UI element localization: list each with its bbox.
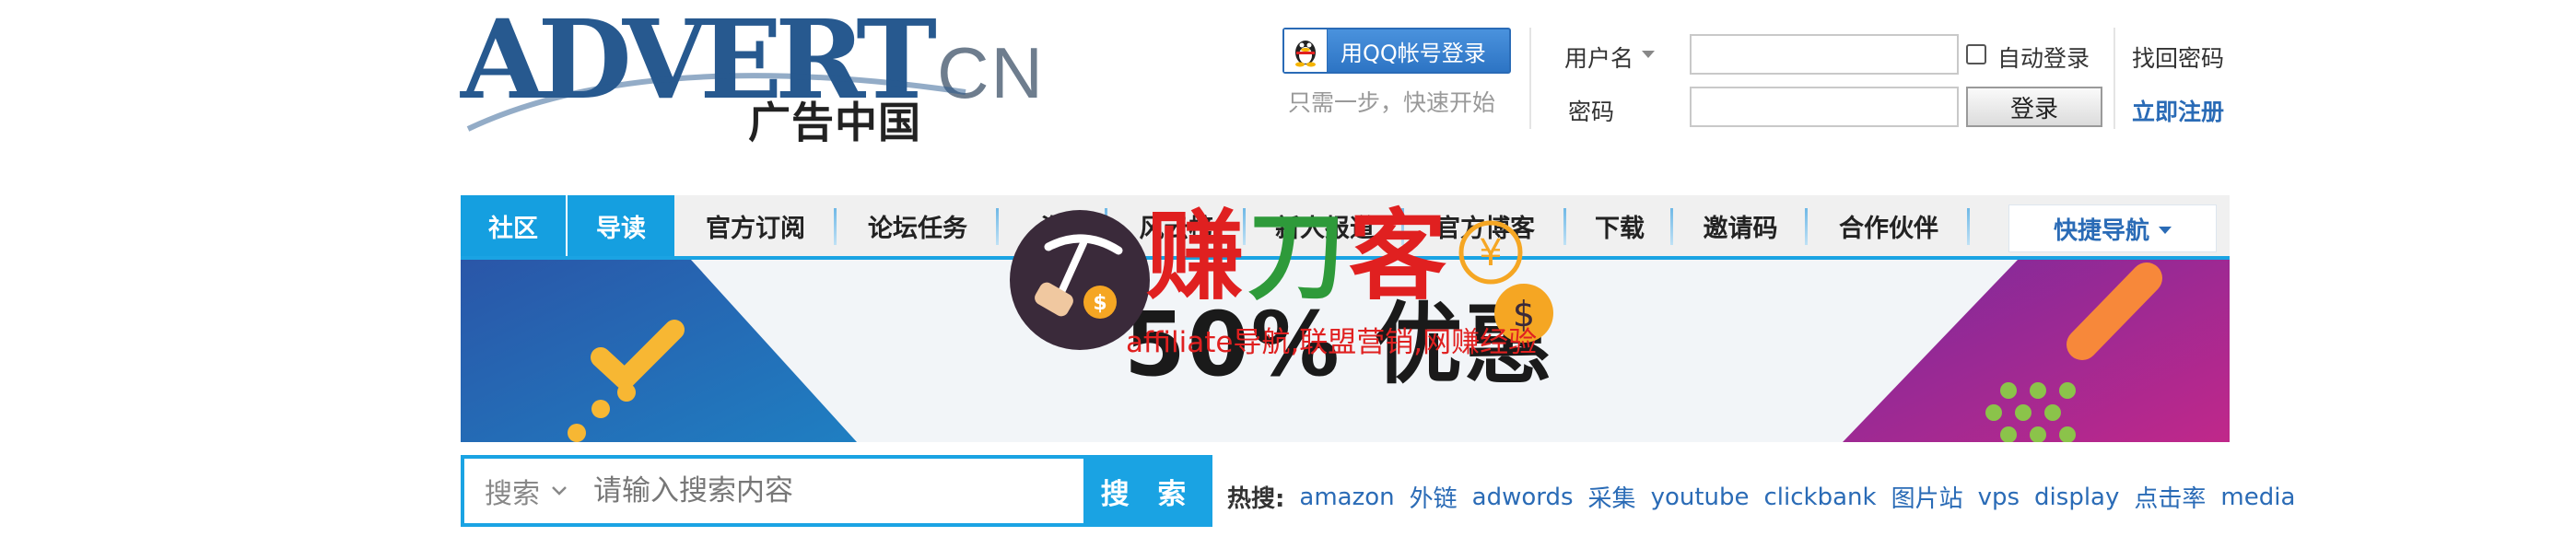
divider — [2113, 28, 2115, 129]
search-scope-label: 搜索 — [485, 478, 540, 510]
hot-search-link[interactable]: amazon — [1299, 484, 1394, 511]
nav-item-community[interactable]: 社区 — [461, 195, 568, 256]
watermark-title-part1: 赚 — [1146, 198, 1247, 313]
qq-login-button[interactable]: 用QQ帐号登录 — [1282, 28, 1511, 74]
svg-text:¥: ¥ — [1479, 232, 1502, 274]
search-button[interactable]: 搜 索 — [1083, 455, 1212, 527]
hot-search-link[interactable]: clickbank — [1764, 484, 1877, 511]
qq-penguin-icon — [1284, 29, 1328, 72]
hot-search-link[interactable]: youtube — [1651, 484, 1750, 511]
auto-login-label[interactable]: 自动登录 — [1997, 41, 2090, 74]
logo-subtitle: 广告中国 — [748, 98, 921, 147]
nav-item-guide[interactable]: 导读 — [568, 195, 674, 256]
search-scope-select[interactable]: 搜索 — [464, 471, 568, 511]
username-label[interactable]: 用户名 — [1564, 41, 1633, 74]
hot-search-link[interactable]: display — [2034, 484, 2119, 511]
chevron-down-icon — [552, 486, 567, 496]
watermark-subtitle: affiliate导航,联盟营销,网赚经验 — [1126, 326, 1538, 359]
quick-nav-button[interactable]: 快捷导航 — [2008, 204, 2217, 252]
svg-text:$: $ — [1093, 292, 1107, 315]
search-box: 搜索 — [461, 455, 1083, 527]
hot-search-link[interactable]: 点击率 — [2134, 480, 2206, 514]
password-input[interactable] — [1690, 87, 1959, 127]
nav-item-subscriptions[interactable]: 官方订阅 — [674, 195, 837, 256]
quick-nav-label: 快捷导航 — [2053, 216, 2149, 245]
hot-search-link[interactable]: 采集 — [1588, 480, 1636, 514]
qq-login-tip: 只需一步，快速开始 — [1288, 89, 1496, 116]
watermark-title-part2: 刀 — [1247, 198, 1349, 313]
hot-search: 热搜: amazon 外链 adwords 采集 youtube clickba… — [1227, 480, 2310, 514]
watermark-title-part3: 客 — [1349, 198, 1450, 313]
nav-item-download[interactable]: 下载 — [1566, 195, 1673, 256]
nav-item-partners[interactable]: 合作伙伴 — [1808, 195, 1970, 256]
caret-down-icon — [2159, 227, 2172, 234]
caret-down-icon[interactable] — [1642, 51, 1655, 58]
hot-search-link[interactable]: 图片站 — [1891, 480, 1963, 514]
qq-login-label: 用QQ帐号登录 — [1341, 40, 1486, 66]
hot-search-link[interactable]: media — [2220, 484, 2295, 511]
password-label: 密码 — [1568, 99, 1615, 125]
hot-search-link[interactable]: vps — [1978, 484, 2020, 511]
login-button[interactable]: 登录 — [1966, 87, 2102, 127]
nav-item-forum-tasks[interactable]: 论坛任务 — [837, 195, 999, 256]
watermark-title: 赚刀客 — [1146, 204, 1450, 307]
hot-search-label: 热搜: — [1227, 485, 1285, 513]
hot-search-link[interactable]: adwords — [1472, 484, 1574, 511]
auto-login-checkbox[interactable] — [1966, 44, 1986, 64]
nav-item-invite-code[interactable]: 邀请码 — [1673, 195, 1808, 256]
username-input[interactable] — [1690, 34, 1959, 75]
divider — [1529, 28, 1531, 129]
forgot-password-link[interactable]: 找回密码 — [2132, 41, 2224, 74]
hot-search-link[interactable]: 外链 — [1410, 480, 1458, 514]
search-input[interactable] — [591, 473, 1074, 508]
register-link[interactable]: 立即注册 — [2132, 94, 2224, 127]
